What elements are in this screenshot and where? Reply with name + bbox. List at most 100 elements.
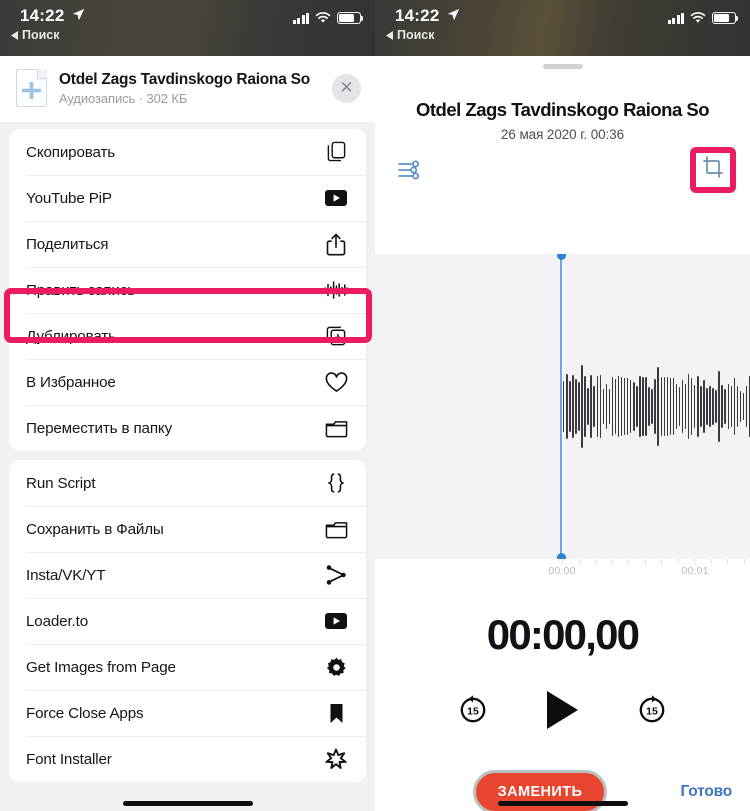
sheet-grabber[interactable]	[542, 64, 583, 69]
menu-item-get-images-from-page[interactable]: Get Images from Page	[9, 644, 366, 690]
forward-15-label: 15	[646, 706, 658, 718]
menu-item-share[interactable]: Поделиться	[9, 221, 366, 267]
close-icon[interactable]: ✕	[332, 73, 361, 103]
status-back-link[interactable]: Поиск	[11, 28, 60, 42]
status-back-label: Поиск	[22, 28, 60, 42]
ruler-tick	[628, 559, 629, 564]
ruler-tick	[644, 559, 646, 564]
menu-item-edit-recording[interactable]: Править запись	[9, 267, 366, 313]
crop-icon-highlight	[690, 146, 736, 193]
cellular-bars-icon	[292, 12, 309, 24]
menu-item-move-to-folder[interactable]: Переместить в папку	[9, 405, 366, 451]
status-time: 14:22	[20, 6, 65, 25]
timeline-ruler: 00:0000:010	[375, 559, 750, 589]
ruler-tick	[694, 559, 695, 564]
menu-item-force-close-apps[interactable]: Force Close Apps	[9, 690, 366, 736]
menu-item-label: Run Script	[26, 474, 96, 492]
waveform-bars	[563, 254, 750, 559]
cellular-bars-icon	[667, 12, 684, 24]
file-header-text: Otdel Zags Tavdinskogo Raiona So Аудиоза…	[59, 71, 320, 106]
gear-icon	[323, 654, 349, 680]
menu-item-youtube-pip[interactable]: YouTube PiP	[9, 175, 366, 221]
recording-date: 26 мая 2020 г. 00:36	[501, 127, 624, 142]
left-screen-share-sheet: 14:22 Поиск Otdel Zags Tavdinskogo Raion…	[0, 0, 375, 811]
ruler-label: 00:01	[681, 565, 709, 577]
status-indicators	[667, 12, 739, 24]
menu-item-duplicate[interactable]: Дублировать	[9, 313, 366, 359]
file-header: Otdel Zags Tavdinskogo Raiona So Аудиоза…	[0, 56, 375, 122]
file-subtitle: Аудиозапись · 302 КБ	[59, 90, 188, 106]
menu-item-label: Сохранить в Файлы	[26, 520, 164, 538]
equalizer-icon[interactable]	[397, 159, 421, 181]
menu-item-font-installer[interactable]: Font Installer	[9, 736, 366, 782]
menu-item-insta-vk-yt[interactable]: Insta/VK/YT	[9, 552, 366, 598]
menu-item-run-script[interactable]: Run Script	[9, 460, 366, 506]
menu-item-label: Insta/VK/YT	[26, 566, 106, 584]
duplicate-icon	[323, 323, 349, 349]
menu-item-label: Поделиться	[26, 235, 109, 253]
menu-item-save-to-files[interactable]: Сохранить в Файлы	[9, 506, 366, 552]
play-icon[interactable]	[547, 691, 578, 729]
status-back-link[interactable]: Поиск	[386, 28, 435, 42]
recording-title: Otdel Zags Tavdinskogo Raiona So	[415, 99, 710, 120]
braces-icon	[323, 470, 349, 496]
folder-icon	[323, 415, 349, 441]
rewind-15-label: 15	[467, 706, 479, 718]
share-sheet: Otdel Zags Tavdinskogo Raiona So Аудиоза…	[0, 56, 375, 811]
status-back-label: Поиск	[397, 28, 435, 42]
waveform-empty-region	[375, 254, 561, 559]
timecode-display: 00:00,00	[486, 611, 640, 658]
waveform-icon	[323, 277, 349, 303]
copy-icon	[323, 139, 349, 165]
battery-icon	[337, 12, 364, 24]
audio-editor-sheet: Otdel Zags Tavdinskogo Raiona So 26 мая …	[375, 56, 750, 811]
youtube-play-icon	[323, 185, 349, 211]
share-icon	[323, 231, 349, 257]
ruler-tick	[595, 559, 596, 564]
location-arrow-icon	[447, 8, 460, 21]
transport-controls: 15 15	[375, 678, 750, 742]
home-indicator	[497, 801, 628, 806]
menu-group-2: Run Script Сохранить в Файлы Insta/VK/YT…	[9, 460, 366, 782]
ruler-tick	[562, 559, 563, 564]
ruler-label: 00:00	[548, 565, 576, 577]
menu-item-label: Править запись	[26, 281, 135, 299]
ruler-tick	[578, 559, 580, 564]
asterisk-icon	[323, 746, 349, 772]
menu-item-loader-to[interactable]: Loader.to	[9, 598, 366, 644]
ruler-tick	[743, 559, 745, 564]
youtube-play-icon	[323, 608, 349, 634]
file-title: Otdel Zags Tavdinskogo Raiona So	[59, 70, 310, 88]
menu-group-1: Скопировать YouTube PiP Поделиться Прави…	[9, 129, 366, 451]
menu-item-label: Скопировать	[26, 143, 116, 161]
menu-item-label: Force Close Apps	[26, 704, 144, 722]
menu-list[interactable]: Скопировать YouTube PiP Поделиться Прави…	[0, 122, 375, 811]
status-bar-left: 14:22 Поиск	[0, 0, 375, 56]
back-triangle-icon	[11, 30, 18, 40]
status-indicators	[292, 12, 364, 24]
menu-item-copy[interactable]: Скопировать	[9, 129, 366, 175]
waveform-area[interactable]	[375, 254, 750, 559]
playhead-cursor[interactable]	[556, 254, 566, 559]
menu-item-favorite[interactable]: В Избранное	[9, 359, 366, 405]
share-nodes-icon	[323, 562, 349, 588]
status-time: 14:22	[395, 6, 440, 25]
menu-item-label: В Избранное	[26, 373, 116, 391]
rewind-15-icon[interactable]: 15	[457, 694, 489, 726]
heart-icon	[323, 369, 349, 395]
crop-icon[interactable]	[702, 156, 724, 183]
ruler-tick	[611, 559, 613, 564]
forward-15-icon[interactable]: 15	[636, 694, 668, 726]
battery-icon	[712, 12, 739, 24]
menu-item-label: Font Installer	[26, 750, 112, 768]
ruler-tick	[727, 559, 728, 564]
bookmark-icon	[323, 700, 349, 726]
menu-item-label: Get Images from Page	[26, 658, 176, 676]
right-screen-audio-editor: 14:22 Поиск Otdel Zags Tavdinskogo Raion…	[375, 0, 750, 811]
home-indicator	[122, 801, 253, 806]
done-button[interactable]: Готово	[680, 783, 732, 801]
ruler-tick	[677, 559, 679, 564]
wifi-icon	[690, 12, 706, 23]
menu-item-label: Loader.to	[26, 612, 88, 630]
menu-item-label: YouTube PiP	[26, 189, 112, 207]
